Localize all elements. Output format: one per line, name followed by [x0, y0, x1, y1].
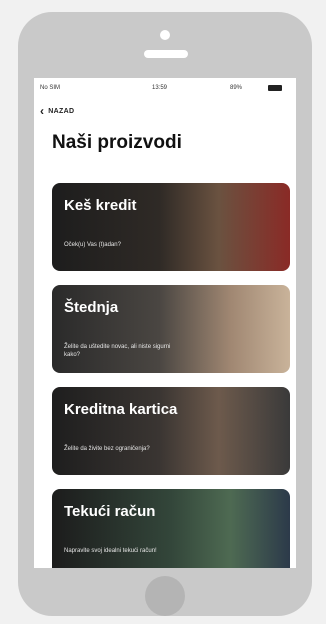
card-subtitle: Oček(u) Vas (t)adan? — [64, 242, 121, 248]
card-title: Keš kredit — [64, 197, 137, 214]
card-subtitle: Napravite svoj idealni tekući račun! — [64, 548, 157, 554]
product-card-kes-kredit[interactable]: Keš kredit Oček(u) Vas (t)adan? — [52, 183, 290, 271]
phone-frame: No SIM 13:59 89% ‹ NAZAD Naši proizvodi … — [18, 12, 312, 616]
product-card-stednja[interactable]: Štednja Želite da uštedite novac, ali ni… — [52, 285, 290, 373]
battery-icon — [268, 85, 282, 91]
card-title: Štednja — [64, 299, 119, 316]
page-title: Naši proizvodi — [52, 132, 182, 153]
card-title: Kreditna kartica — [64, 401, 178, 418]
card-subtitle: Želite da živite bez ograničenja? — [64, 446, 150, 452]
speaker-slot — [144, 50, 188, 58]
status-bar: No SIM 13:59 89% — [34, 78, 296, 100]
carrier-label: No SIM — [40, 85, 61, 91]
card-title: Tekući račun — [64, 503, 156, 520]
product-card-kreditna-kartica[interactable]: Kreditna kartica Želite da živite bez og… — [52, 387, 290, 475]
clock-time: 13:59 — [152, 85, 168, 91]
phone-screen: No SIM 13:59 89% ‹ NAZAD Naši proizvodi … — [34, 78, 296, 568]
home-button[interactable] — [145, 576, 185, 616]
back-label: NAZAD — [48, 107, 75, 115]
camera-dot — [160, 30, 170, 40]
battery-percent: 89% — [230, 85, 243, 91]
chevron-left-icon: ‹ — [40, 104, 45, 118]
card-subtitle: Želite da uštedite novac, ali niste sigu… — [64, 344, 171, 358]
back-button[interactable]: ‹ NAZAD — [40, 104, 75, 118]
card-image — [52, 489, 290, 568]
product-list: Keš kredit Oček(u) Vas (t)adan? Štednja … — [52, 183, 290, 568]
product-card-tekuci-racun[interactable]: Tekući račun Napravite svoj idealni teku… — [52, 489, 290, 568]
